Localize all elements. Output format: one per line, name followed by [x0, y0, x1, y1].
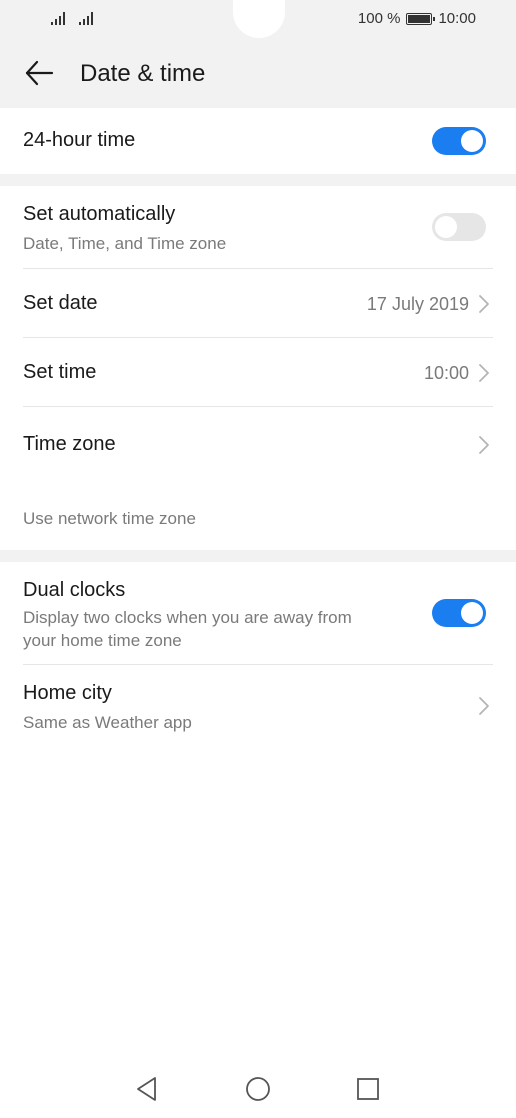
setting-label: Set time: [23, 361, 97, 383]
circle-home-icon: [246, 1077, 270, 1101]
section-divider: [0, 174, 516, 186]
setting-set-time[interactable]: Set time 10:00: [0, 338, 516, 406]
signal-icon-2: [79, 11, 97, 25]
camera-notch: [233, 0, 285, 38]
24-hour-toggle[interactable]: [432, 127, 486, 155]
status-bar: 100 % 10:00: [0, 0, 516, 38]
setting-description-line2: your home time zone: [23, 631, 182, 650]
setting-label: 24-hour time: [23, 129, 136, 151]
chevron-right-icon: [479, 295, 489, 313]
setting-description: Same as Weather app: [23, 713, 192, 732]
setting-home-city[interactable]: Home city Same as Weather app: [0, 665, 516, 747]
battery-icon: [406, 12, 436, 25]
setting-time-zone[interactable]: Time zone: [0, 407, 516, 483]
setting-set-automatically[interactable]: Set automatically Date, Time, and Time z…: [0, 186, 516, 268]
time-zone-note: Use network time zone: [0, 483, 516, 550]
setting-set-date[interactable]: Set date 17 July 2019: [0, 269, 516, 337]
setting-label: Dual clocks: [23, 579, 126, 601]
time-value: 10:00: [423, 363, 469, 383]
setting-description: Date, Time, and Time zone: [23, 234, 227, 253]
nav-home-button[interactable]: [243, 1074, 273, 1104]
battery-percent: 100 %: [357, 10, 401, 27]
status-right: 100 % 10:00: [358, 10, 476, 27]
setting-description-line1: Display two clocks when you are away fro…: [23, 608, 352, 627]
toggle-knob: [461, 130, 483, 152]
dual-clocks-toggle[interactable]: [432, 599, 486, 627]
app-header: Date & time: [0, 38, 516, 108]
clock: 10:00: [438, 10, 476, 27]
set-automatically-toggle[interactable]: [432, 213, 486, 241]
network-time-zone-note: Use network time zone: [23, 509, 196, 528]
chevron-right-icon: [479, 697, 489, 715]
chevron-right-icon: [479, 436, 489, 454]
arrow-left-icon: [25, 60, 54, 86]
square-recents-icon: [357, 1078, 379, 1100]
nav-recents-button[interactable]: [353, 1074, 383, 1104]
setting-dual-clocks[interactable]: Dual clocks Display two clocks when you …: [0, 562, 516, 664]
signal-icon: [51, 11, 69, 25]
date-value: 17 July 2019: [366, 294, 469, 314]
navigation-bar: [0, 1062, 516, 1118]
setting-24-hour-time[interactable]: 24-hour time: [0, 108, 516, 174]
setting-label: Set automatically: [23, 203, 176, 225]
back-button[interactable]: [22, 56, 56, 90]
setting-label: Home city: [23, 682, 112, 704]
section-divider: [0, 550, 516, 562]
setting-label: Set date: [23, 292, 98, 314]
toggle-knob: [461, 602, 483, 624]
nav-back-button[interactable]: [133, 1074, 163, 1104]
chevron-right-icon: [479, 364, 489, 382]
page-title: Date & time: [80, 60, 206, 87]
toggle-knob: [435, 216, 457, 238]
setting-label: Time zone: [23, 433, 116, 455]
triangle-back-icon: [137, 1077, 156, 1101]
